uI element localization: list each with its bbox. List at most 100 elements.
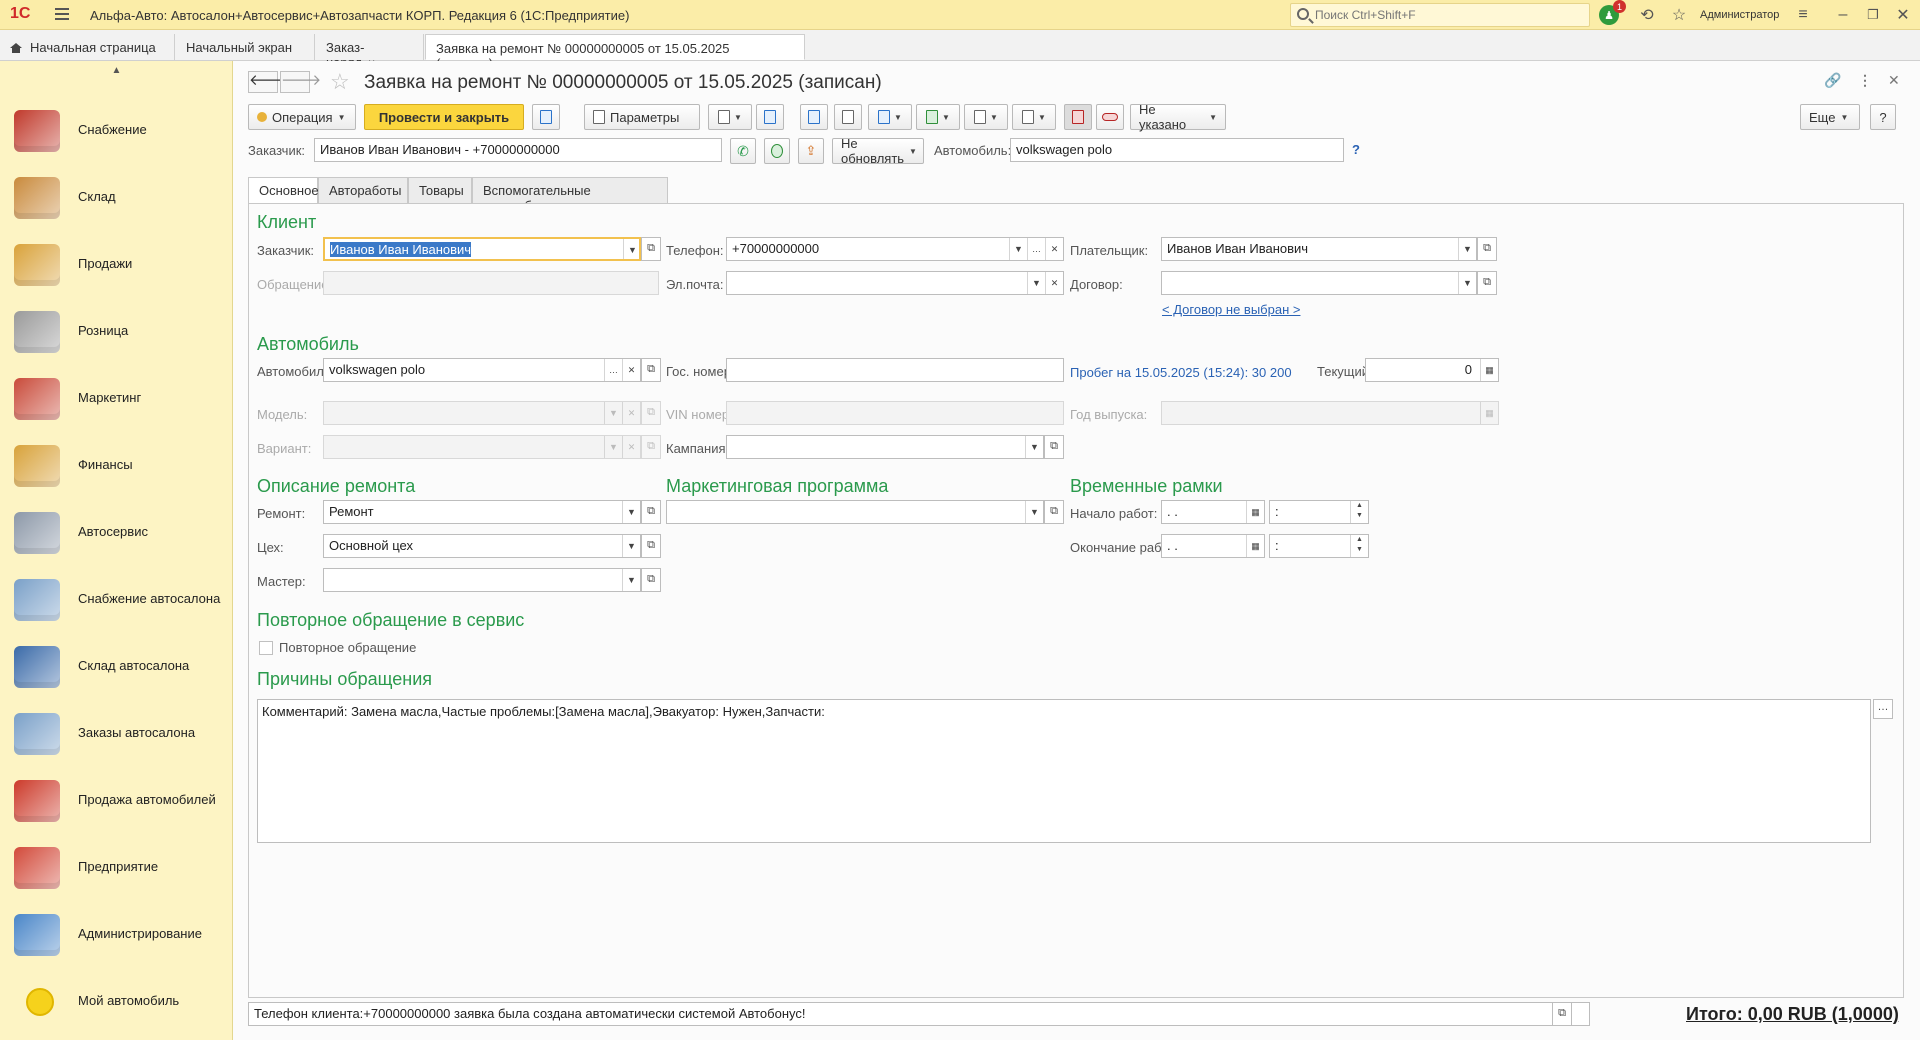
user-name[interactable]: Администратор <box>1700 9 1779 21</box>
dropdown-icon[interactable]: ▼ <box>622 569 640 591</box>
repeat-checkbox[interactable] <box>259 641 273 655</box>
sidebar-item[interactable]: Маркетинг <box>0 366 233 433</box>
report-button[interactable] <box>834 104 862 130</box>
link-icon[interactable]: 🔗 <box>1824 72 1841 89</box>
upload-button[interactable]: ⇪ <box>798 138 824 164</box>
favorite-star-icon[interactable]: ☆ <box>330 69 350 95</box>
open-payer-icon[interactable]: ⧉ <box>1477 237 1497 261</box>
campaign-field[interactable]: ▼ <box>726 435 1044 459</box>
clear-icon[interactable]: ✕ <box>1045 272 1063 294</box>
attachments-button[interactable]: ▼ <box>868 104 912 130</box>
sidebar-item[interactable]: Склад автосалона <box>0 634 233 701</box>
header-customer-field[interactable]: Иванов Иван Иванович - +70000000000 <box>314 138 722 162</box>
open-repair-icon[interactable]: ⧉ <box>641 500 661 524</box>
help-button[interactable]: ? <box>1870 104 1896 130</box>
open-car-icon[interactable]: ⧉ <box>641 358 661 382</box>
structure-button[interactable] <box>756 104 784 130</box>
history-icon[interactable]: ⟲ <box>1636 4 1658 26</box>
post-and-close-button[interactable]: Провести и закрыть <box>364 104 524 130</box>
marketing-program-field[interactable]: ▼ <box>666 500 1044 524</box>
spinner-icon[interactable]: ▲ ▼ <box>1350 501 1368 523</box>
sidebar-item[interactable]: Администрирование <box>0 902 233 969</box>
header-help-icon[interactable]: ? <box>1352 142 1360 157</box>
customer-field[interactable]: Иванов Иван Иванович ▼ <box>323 237 641 261</box>
tab-autoworks[interactable]: Автоработы <box>318 177 408 204</box>
dropdown-icon[interactable]: ▼ <box>1025 436 1043 458</box>
clear-icon[interactable]: ✕ <box>1045 238 1063 260</box>
back-button[interactable]: 🡐 <box>248 71 289 93</box>
favorites-icon[interactable]: ☆ <box>1668 4 1690 26</box>
print-button[interactable]: ▼ <box>708 104 752 130</box>
total-amount[interactable]: Итого: 0,00 RUB (1,0000) <box>1686 1004 1899 1025</box>
sidebar-item[interactable]: Склад <box>0 165 233 232</box>
open-campaign-icon[interactable]: ⧉ <box>1044 435 1064 459</box>
commands-button[interactable]: ▼ <box>964 104 1008 130</box>
start-date-field[interactable]: . . ▦ <box>1161 500 1265 524</box>
sidebar-item[interactable]: Финансы <box>0 433 233 500</box>
maximize-icon[interactable]: ❐ <box>1862 4 1884 26</box>
spinner-icon[interactable]: ▲ ▼ <box>1350 535 1368 557</box>
dropdown-icon[interactable]: ▼ <box>1458 238 1476 260</box>
open-marketing-icon[interactable]: ⧉ <box>1044 500 1064 524</box>
sidebar-item[interactable]: Предприятие <box>0 835 233 902</box>
open-master-icon[interactable]: ⧉ <box>641 568 661 592</box>
create-based-button[interactable] <box>800 104 828 130</box>
repair-field[interactable]: Ремонт ▼ <box>323 500 641 524</box>
end-time-field[interactable]: : ▲ ▼ <box>1269 534 1369 558</box>
dropdown-icon[interactable]: ▼ <box>1009 238 1027 260</box>
scroll-up-icon[interactable]: ▲ <box>0 65 233 79</box>
dropdown-icon[interactable]: ▼ <box>622 501 640 523</box>
tab-goods[interactable]: Товары <box>408 177 472 204</box>
tab-work-order[interactable]: Заказ-наряд× <box>316 34 424 70</box>
dropdown-icon[interactable]: ▼ <box>1458 272 1476 294</box>
select-icon[interactable]: … <box>604 359 622 381</box>
sidebar-item[interactable]: Продажи <box>0 232 233 299</box>
save-button[interactable] <box>532 104 560 130</box>
sidebar-item[interactable]: Заказы автосалона <box>0 701 233 768</box>
operation-button[interactable]: Операция ▼ <box>248 104 356 130</box>
dropdown-icon[interactable]: ▼ <box>1027 272 1045 294</box>
phone-field[interactable]: +70000000000 ▼ … ✕ <box>726 237 1064 261</box>
shop-field[interactable]: Основной цех ▼ <box>323 534 641 558</box>
close-form-icon[interactable]: ✕ <box>1888 72 1900 89</box>
master-field[interactable]: ▼ <box>323 568 641 592</box>
sidebar-item[interactable]: Розница <box>0 299 233 366</box>
calendar-icon[interactable]: ▦ <box>1246 535 1264 557</box>
copy-button[interactable] <box>1064 104 1092 130</box>
open-customer-icon[interactable]: ⧉ <box>641 237 661 261</box>
sidebar-item[interactable]: Автосервис <box>0 500 233 567</box>
header-car-field[interactable]: volkswagen polo <box>1010 138 1344 162</box>
open-text-editor-icon[interactable]: … <box>1873 699 1893 719</box>
contract-not-selected-link[interactable]: < Договор не выбран > <box>1162 302 1300 317</box>
tab-main[interactable]: Основное <box>248 177 319 204</box>
open-comment-icon[interactable]: ⧉ <box>1552 1002 1572 1026</box>
car-button[interactable] <box>1096 104 1124 130</box>
payer-field[interactable]: Иванов Иван Иванович ▼ <box>1161 237 1477 261</box>
tab-repair-request[interactable]: Заявка на ремонт № 00000000005 от 15.05.… <box>425 34 805 71</box>
contract-field[interactable]: ▼ <box>1161 271 1477 295</box>
sidebar-item[interactable]: Снабжение <box>0 98 233 165</box>
users-button[interactable]: ▼ <box>916 104 960 130</box>
dropdown-icon[interactable]: ▼ <box>622 535 640 557</box>
calculator-icon[interactable]: ▦ <box>1480 359 1498 381</box>
more-button[interactable]: Еще ▼ <box>1800 104 1860 130</box>
forward-button[interactable]: 🡒 <box>280 71 321 93</box>
mileage-link[interactable]: Пробег на 15.05.2025 (15:24): 30 200 <box>1070 365 1292 380</box>
no-update-button[interactable]: Не обновлять ▼ <box>832 136 924 166</box>
tab-home-page[interactable]: Начальная страница <box>0 34 175 60</box>
minimize-icon[interactable]: – <box>1832 4 1854 26</box>
search-input[interactable] <box>1315 7 1575 23</box>
sms-button[interactable] <box>764 138 790 164</box>
tab-aux-works[interactable]: Вспомогательные автоработы <box>472 177 668 213</box>
clear-icon[interactable]: ✕ <box>622 359 640 381</box>
start-time-field[interactable]: : ▲ ▼ <box>1269 500 1369 524</box>
car-field[interactable]: volkswagen polo … ✕ <box>323 358 641 382</box>
call-button[interactable]: ✆ <box>730 138 756 164</box>
documents-button[interactable]: ▼ <box>1012 104 1056 130</box>
global-search[interactable] <box>1290 3 1590 27</box>
sidebar-item[interactable]: Снабжение автосалона <box>0 567 233 634</box>
open-shop-icon[interactable]: ⧉ <box>641 534 661 558</box>
settings-menu-icon[interactable]: ≡ <box>1792 4 1814 26</box>
reasons-text-area[interactable]: Комментарий: Замена масла,Частые проблем… <box>257 699 1871 843</box>
end-date-field[interactable]: . . ▦ <box>1161 534 1265 558</box>
